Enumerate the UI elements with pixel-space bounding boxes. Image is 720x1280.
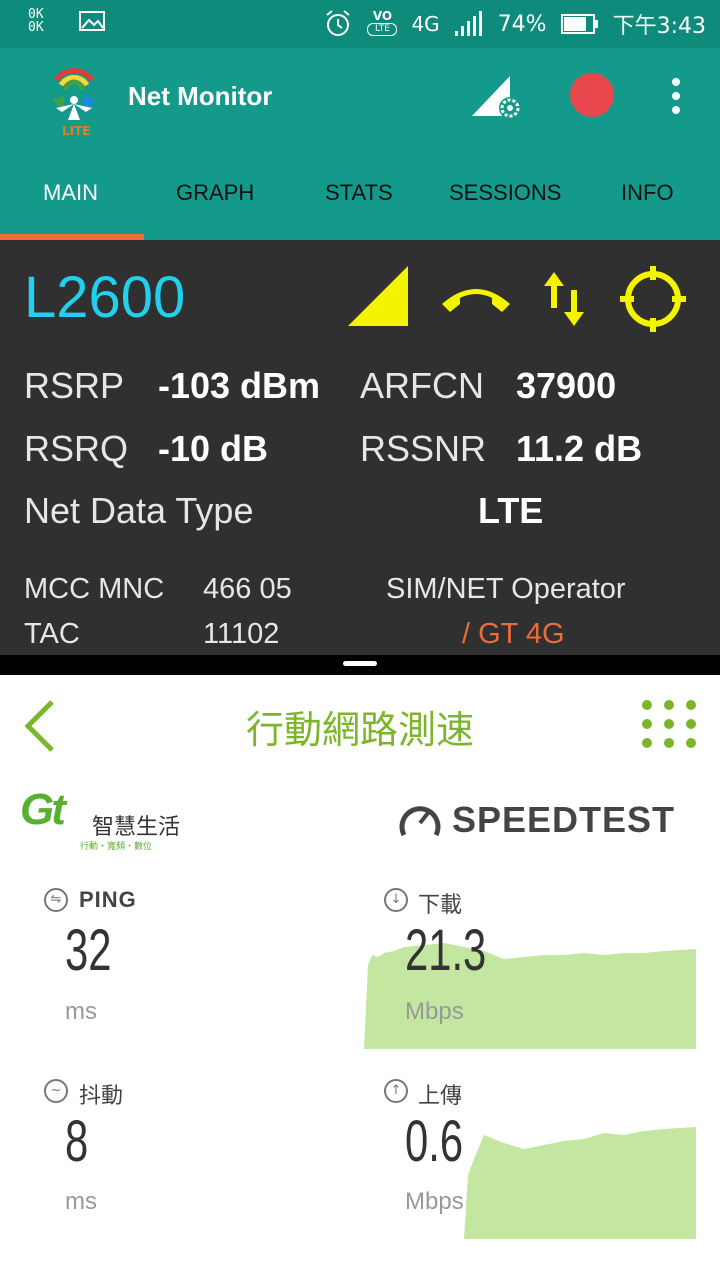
download-icon: ↓: [384, 888, 408, 912]
speedtest-provider: SPEEDTEST: [452, 799, 676, 840]
ping-value: 32: [65, 918, 112, 983]
location-target-icon: [620, 266, 686, 332]
rssnr-label: RSSNR: [360, 428, 487, 469]
brand-logo: Gt: [20, 785, 66, 834]
volte-label: VO: [372, 9, 393, 23]
image-icon: [79, 11, 105, 31]
speedometer-icon: [399, 806, 441, 837]
ok-indicator: 0K 0K: [28, 8, 56, 34]
tab-info[interactable]: INFO: [621, 180, 674, 206]
brand-name: 智慧生活: [92, 815, 181, 840]
call-icon: [442, 289, 510, 312]
rsrp-label: RSRP: [24, 365, 125, 406]
ping-label: PING: [79, 887, 137, 912]
band-label: L2600: [24, 265, 186, 330]
net-type-value: LTE: [478, 490, 544, 531]
jitter-label: 抖動: [79, 1083, 124, 1108]
tab-graph[interactable]: GRAPH: [176, 180, 254, 206]
download-value: 21.3: [405, 918, 487, 983]
grid-menu-icon[interactable]: [640, 699, 698, 749]
volte-icon: VO LTE: [367, 9, 398, 39]
signal-strength-icon: [348, 266, 408, 326]
clock: 下午3:43: [612, 14, 706, 39]
tac-value: 11102: [203, 618, 280, 650]
tab-bar: MAIN GRAPH STATS SESSIONS INFO: [0, 146, 720, 240]
brand-tagline: 行動・寬頻・數位: [80, 842, 153, 852]
tab-stats[interactable]: STATS: [325, 180, 393, 206]
speedtest-app: 行動網路測速 Gt 智慧生活 行動・寬頻・數位 SPEEDTEST ⇋ PING…: [0, 675, 720, 1280]
app-title: Net Monitor: [128, 81, 273, 111]
ping-icon: ⇋: [44, 888, 68, 912]
rsrq-value: -10 dB: [158, 428, 269, 469]
more-options-icon[interactable]: [666, 76, 686, 116]
rsrq-label: RSRQ: [24, 428, 129, 469]
arfcn-value: 37900: [516, 365, 617, 406]
download-label: 下載: [418, 892, 463, 917]
upload-value: 0.6: [405, 1109, 464, 1174]
ok-bottom: 0K: [28, 20, 44, 35]
operator-value: / GT 4G: [462, 618, 565, 650]
signal-settings-icon[interactable]: [470, 72, 524, 122]
rsrp-value: -103 dBm: [158, 365, 321, 406]
app-bar: LITE Net Monitor: [0, 48, 720, 146]
page-title: 行動網路測速: [245, 708, 474, 752]
battery-icon: [560, 14, 598, 34]
upload-label: 上傳: [418, 1083, 463, 1108]
upload-unit: Mbps: [405, 1188, 464, 1215]
split-handle[interactable]: [343, 661, 377, 666]
rssnr-value: 11.2 dB: [516, 428, 643, 469]
data-activity-icon: [544, 272, 584, 326]
signal-icon: [454, 11, 482, 36]
mcc-mnc-value: 466 05: [203, 573, 292, 605]
network-type: 4G: [411, 12, 440, 36]
battery-percent: 74%: [497, 11, 547, 37]
record-button[interactable]: [570, 73, 614, 117]
upload-icon: ↑: [384, 1079, 408, 1103]
jitter-value: 8: [65, 1109, 89, 1174]
arfcn-label: ARFCN: [360, 365, 484, 406]
net-type-label: Net Data Type: [24, 490, 254, 531]
jitter-unit: ms: [65, 1188, 97, 1215]
tab-sessions[interactable]: SESSIONS: [449, 180, 561, 206]
volte-sub-label: LTE: [367, 23, 398, 36]
jitter-icon: ~: [44, 1079, 68, 1103]
status-bar: 0K 0K VO LTE 4G 74% 下午3:43: [0, 0, 720, 48]
tac-label: TAC: [24, 618, 80, 650]
download-unit: Mbps: [405, 998, 464, 1025]
ping-unit: ms: [65, 998, 97, 1025]
tab-main[interactable]: MAIN: [43, 180, 98, 206]
mcc-mnc-label: MCC MNC: [24, 573, 165, 605]
alarm-icon: [326, 10, 351, 36]
sim-operator-label: SIM/NET Operator: [386, 573, 626, 605]
cell-info-panel: L2600 RSRP -103 dBm ARFCN 37900 RSRQ -10…: [0, 240, 720, 655]
logo-badge: LITE: [62, 124, 91, 138]
